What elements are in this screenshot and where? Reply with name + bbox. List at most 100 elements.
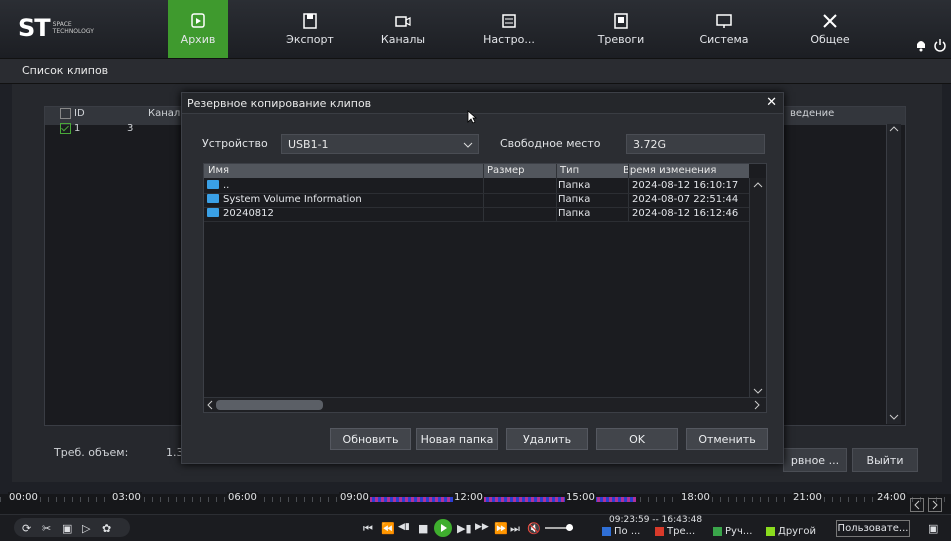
scroll-down-icon[interactable] [750, 386, 766, 396]
legend-alarm[interactable]: Тре... [655, 526, 695, 537]
col-time-header: Время изменения [623, 165, 717, 176]
page-title-bar: Список клипов [0, 59, 951, 84]
free-space-value: 3.72G [626, 134, 765, 154]
alarm-icon [614, 12, 628, 29]
slow-rewind-icon[interactable]: ◀▮ [398, 522, 410, 532]
select-all-checkbox[interactable] [60, 108, 71, 120]
timeline-tick: 06:00 [227, 492, 258, 503]
scroll-left-icon[interactable] [205, 399, 215, 411]
device-select[interactable]: USB1-1 [281, 134, 479, 154]
scroll-down-icon[interactable] [887, 412, 901, 422]
legend-swatch [655, 527, 664, 536]
power-icon[interactable] [933, 38, 947, 52]
file-row[interactable]: .. Папка 2024-08-12 16:10:17 [204, 179, 749, 194]
skip-start-icon[interactable]: ⏮ [363, 522, 373, 536]
backup-dialog: Резервное копирование клипов ✕ Устройств… [181, 92, 784, 464]
timeline-left-icon[interactable] [910, 498, 924, 512]
col-type-header: Тип [560, 165, 580, 176]
row-channel: 3 [127, 123, 134, 134]
timeline-tick: 03:00 [111, 492, 142, 503]
settings-gear-icon[interactable]: ✿ [102, 522, 111, 535]
row-id: 1 [74, 123, 81, 134]
clip-table-scrollbar[interactable] [886, 124, 901, 424]
mouse-cursor-icon [467, 110, 477, 124]
nav-system[interactable]: Система [676, 0, 772, 58]
nav-channels[interactable]: Каналы [355, 0, 451, 58]
skip-end-icon[interactable]: ⏭ [510, 522, 520, 536]
exit-button[interactable]: Выйти [852, 448, 918, 472]
file-time: 2024-08-12 16:12:46 [632, 208, 739, 219]
device-label: Устройство [202, 137, 268, 150]
file-type: Папка [558, 194, 591, 205]
camera-icon [395, 15, 411, 27]
file-table-header: Имя Размер Тип Время изменения [204, 164, 749, 178]
logo-subtext: SPACE TECHNOLOGY [52, 21, 94, 35]
nav-archive-label: Архив [180, 32, 216, 46]
scroll-up-icon[interactable] [750, 180, 766, 190]
mute-icon[interactable]: 🔇 [527, 522, 541, 535]
device-value: USB1-1 [288, 137, 329, 151]
close-icon[interactable]: ✕ [766, 95, 777, 110]
timeline-tick: 09:00 [339, 492, 370, 503]
user-select[interactable]: Пользовате... [836, 520, 910, 537]
fullscreen-icon[interactable]: ▣ [928, 522, 938, 535]
legend-swatch [766, 527, 775, 536]
system-icon [716, 13, 732, 28]
stop-icon[interactable]: ■ [418, 522, 428, 535]
play-clip-icon[interactable]: ▷ [82, 522, 90, 535]
col-channel-header: Канал [148, 108, 181, 119]
timeline-right-icon[interactable] [928, 498, 942, 512]
ok-button[interactable]: OK [596, 428, 678, 450]
scroll-up-icon[interactable] [887, 124, 901, 134]
legend-manual[interactable]: Руч... [713, 526, 752, 537]
fast-forward-icon[interactable]: ⏩ [494, 522, 508, 535]
file-browser-table: Имя Размер Тип Время изменения .. Папка … [203, 163, 767, 413]
step-forward-icon[interactable]: ▶▮ [457, 522, 472, 535]
col-size-header: Размер [487, 165, 525, 176]
timeline-tick: 12:00 [453, 492, 484, 503]
timeline-tick: 15:00 [565, 492, 596, 503]
folder-icon [207, 180, 219, 189]
time-range-text: 09:23:59 -- 16:43:48 [609, 515, 703, 525]
file-row[interactable]: 20240812 Папка 2024-08-12 16:12:46 [204, 207, 749, 222]
free-space-label: Свободное место [500, 137, 601, 150]
nav-settings[interactable]: Настро... [461, 0, 557, 58]
nav-general[interactable]: Общее [782, 0, 878, 58]
delete-button[interactable]: Удалить [506, 428, 588, 450]
refresh-button[interactable]: Обновить [330, 428, 411, 450]
dialog-header: Резервное копирование клипов ✕ [182, 93, 783, 114]
volume-knob[interactable] [566, 524, 573, 531]
clip-icon[interactable]: ✂ [42, 522, 51, 535]
nav-archive[interactable]: Архив [168, 0, 228, 58]
archive-icon [191, 12, 205, 28]
nav-channels-label: Каналы [380, 32, 426, 46]
timeline-tick: 00:00 [8, 492, 39, 503]
file-table-hscroll[interactable] [204, 397, 766, 412]
nav-alarms-label: Тревоги [597, 32, 645, 46]
hscroll-thumb[interactable] [216, 400, 323, 410]
row-checkbox[interactable] [60, 123, 71, 135]
timeline-bar[interactable]: 00:00 03:00 06:00 09:00 12:00 15:00 18:0… [0, 492, 951, 514]
rewind-icon[interactable]: ⏪ [381, 522, 395, 535]
sync-icon[interactable]: ⟳ [22, 522, 31, 535]
play-icon[interactable] [434, 519, 452, 537]
backup-button[interactable]: рвное ... [783, 448, 847, 472]
legend-other[interactable]: Другой [766, 526, 816, 537]
timeline-tick: 18:00 [680, 492, 711, 503]
file-type: Папка [558, 208, 591, 219]
cancel-button[interactable]: Отменить [686, 428, 768, 450]
save-icon[interactable]: ▣ [62, 522, 72, 535]
file-table-vscroll[interactable] [749, 178, 766, 398]
nav-export[interactable]: Экспорт [262, 0, 358, 58]
slow-forward-icon[interactable]: ▶▶ [475, 522, 489, 532]
scroll-right-icon[interactable] [752, 399, 762, 411]
required-volume-label: Треб. объем: [54, 446, 129, 459]
brand-logo: ST SPACE TECHNOLOGY [18, 14, 94, 42]
top-navigation-bar: ST SPACE TECHNOLOGY Архив Экспорт Каналы … [0, 0, 951, 59]
page-title: Список клипов [22, 64, 109, 77]
new-folder-button[interactable]: Новая папка [416, 428, 498, 450]
nav-alarms[interactable]: Тревоги [573, 0, 669, 58]
file-row[interactable]: System Volume Information Папка 2024-08-… [204, 193, 749, 208]
bell-icon[interactable] [914, 38, 928, 52]
legend-scheduled[interactable]: По ... [602, 526, 640, 537]
